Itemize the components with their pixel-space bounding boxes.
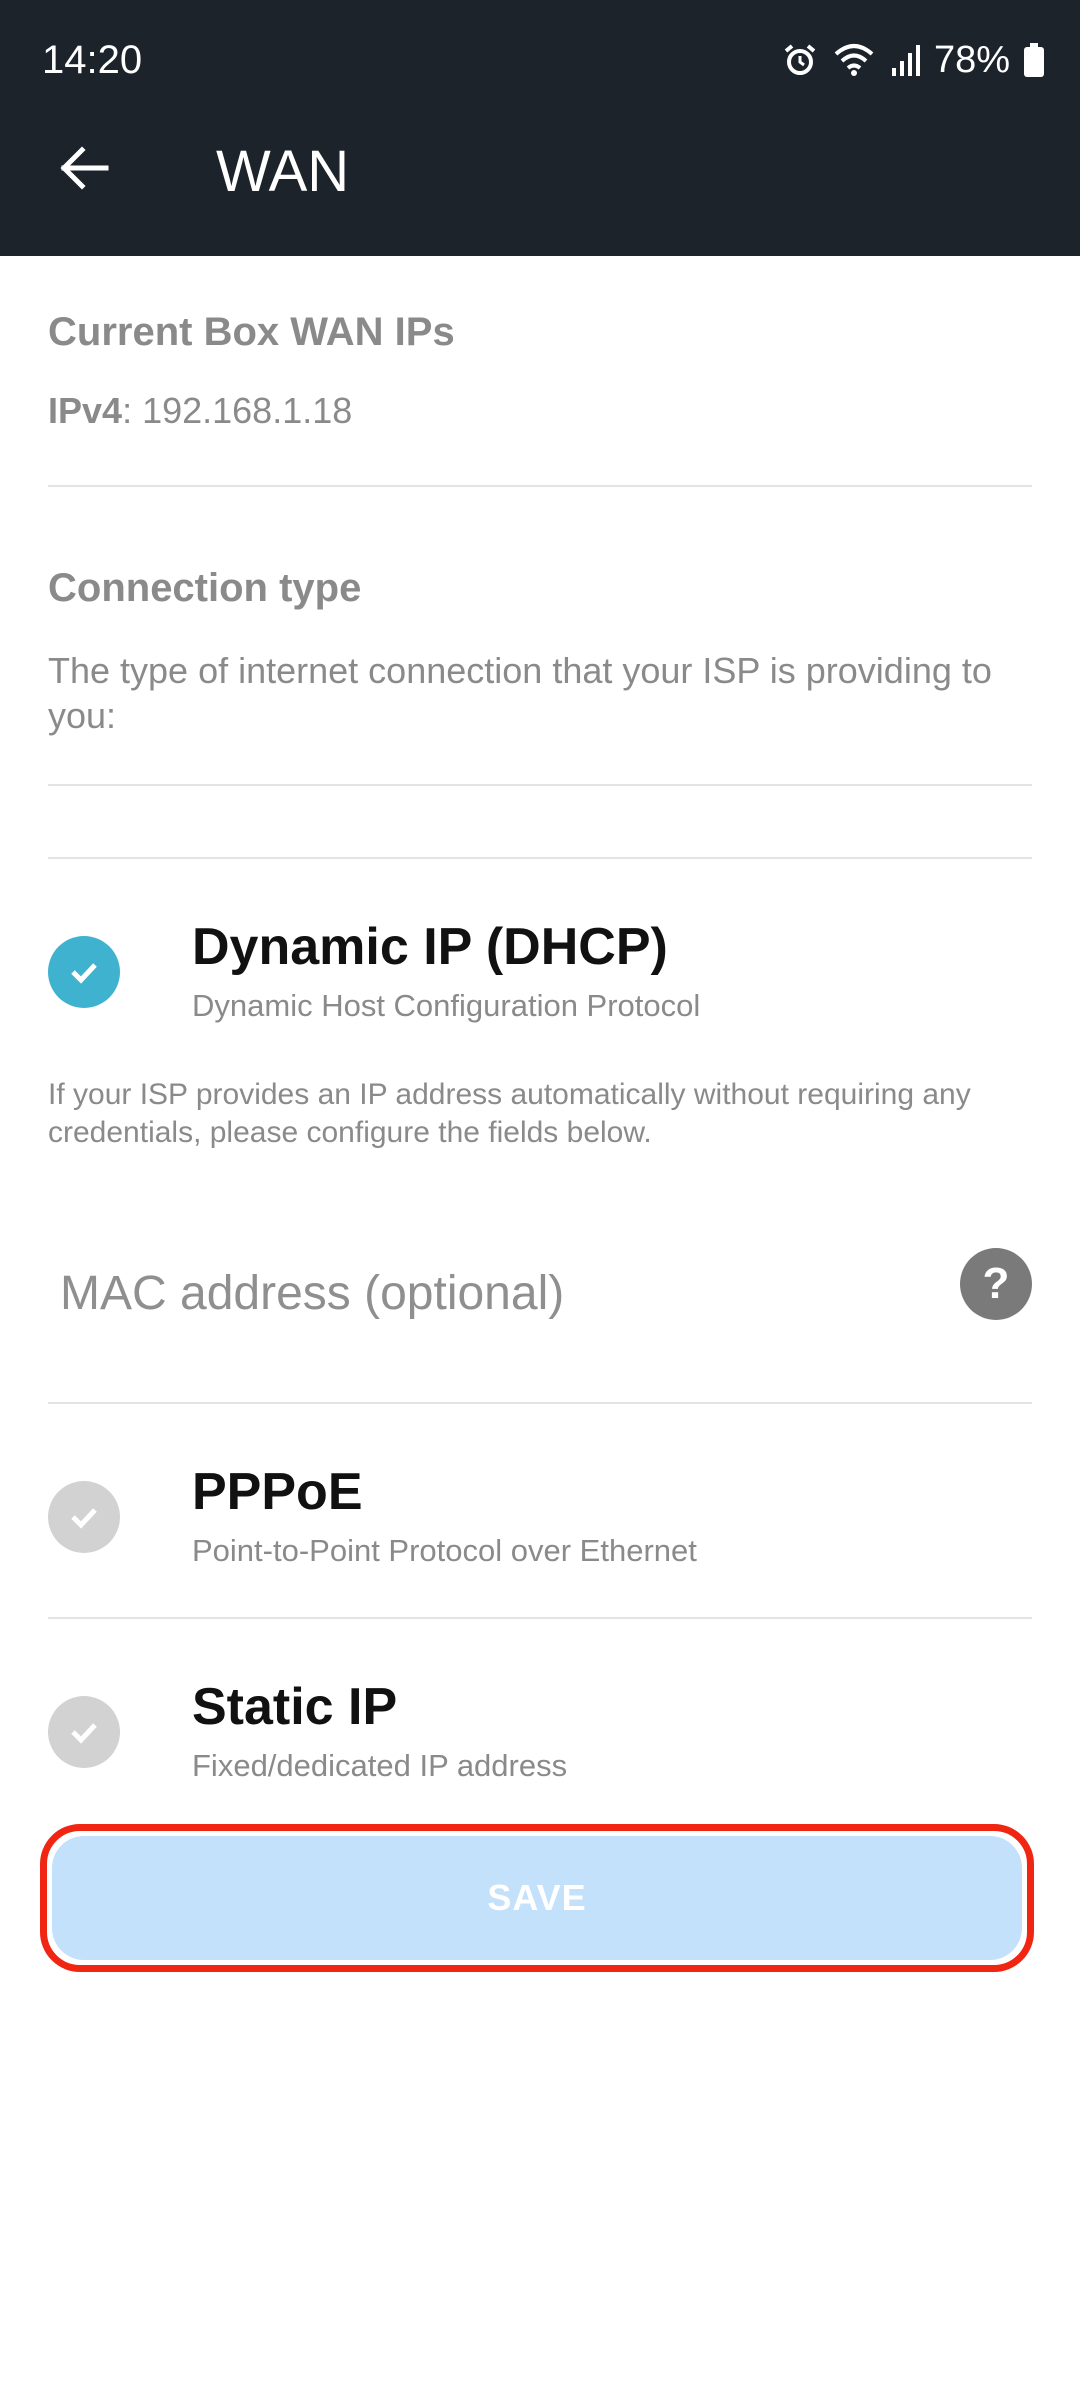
checkmark-icon xyxy=(48,1696,120,1768)
checkmark-icon xyxy=(48,936,120,1008)
wifi-icon xyxy=(832,42,876,78)
option-title: PPPoE xyxy=(192,1463,363,1521)
status-icons: 78% xyxy=(782,36,1044,84)
option-subtitle: Fixed/dedicated IP address xyxy=(192,1748,568,1783)
battery-percent: 78% xyxy=(933,39,1010,81)
save-button[interactable]: SAVE xyxy=(52,1836,1022,1960)
ipv4-line: IPv4: 192.168.1.18 xyxy=(48,390,352,432)
checkmark-icon xyxy=(48,1481,120,1553)
option-subtitle: Dynamic Host Configuration Protocol xyxy=(192,988,701,1023)
app-header: 14:20 78% WAN xyxy=(0,0,1080,256)
option-title: Static IP xyxy=(192,1678,398,1736)
back-button[interactable] xyxy=(44,130,124,210)
connection-type-title: Connection type xyxy=(48,566,362,610)
option-title: Dynamic IP (DHCP) xyxy=(192,918,668,976)
help-icon[interactable]: ? xyxy=(960,1248,1032,1320)
ipv4-label: IPv4 xyxy=(48,390,123,431)
mac-field-underline xyxy=(48,1402,1032,1404)
signal-icon xyxy=(890,42,920,78)
connection-type-description: The type of internet connection that you… xyxy=(48,650,992,736)
divider xyxy=(48,485,1032,487)
divider xyxy=(48,1617,1032,1619)
mac-address-input[interactable] xyxy=(60,1258,920,1328)
alarm-icon xyxy=(782,42,818,78)
arrow-left-icon xyxy=(58,145,110,195)
wan-ips-title: Current Box WAN IPs xyxy=(48,310,455,354)
divider xyxy=(48,857,1032,859)
option-subtitle: Point-to-Point Protocol over Ethernet xyxy=(192,1533,697,1568)
status-time: 14:20 xyxy=(42,38,143,82)
option-pppoe[interactable]: PPPoE Point-to-Point Protocol over Ether… xyxy=(48,1461,1032,1591)
dhcp-info-text: If your ISP provides an IP address autom… xyxy=(48,1078,971,1149)
option-dhcp[interactable]: Dynamic IP (DHCP) Dynamic Host Configura… xyxy=(48,916,1032,1046)
battery-icon xyxy=(1024,43,1044,77)
option-static-ip[interactable]: Static IP Fixed/dedicated IP address xyxy=(48,1676,1032,1806)
page-title: WAN xyxy=(216,139,350,204)
ipv4-value: : 192.168.1.18 xyxy=(122,390,353,431)
divider xyxy=(48,784,1032,786)
